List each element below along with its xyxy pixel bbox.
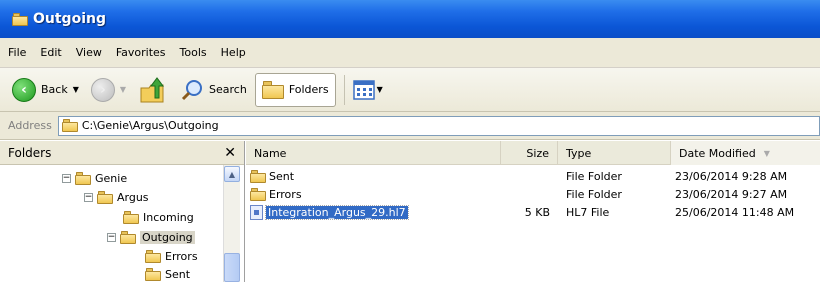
chevron-down-icon[interactable]: ▼ [120, 85, 126, 94]
address-path: C:\Genie\Argus\Outgoing [81, 119, 219, 132]
collapse-icon[interactable]: − [62, 173, 71, 183]
menu-tools[interactable]: Tools [180, 46, 207, 59]
tree-item-argus[interactable]: − Argus [84, 188, 149, 206]
address-input[interactable]: C:\Genie\Argus\Outgoing [57, 115, 820, 136]
tree-item-label: Outgoing [140, 230, 195, 244]
tree-item-incoming[interactable]: Incoming [123, 208, 194, 226]
date-cell: 23/06/2014 9:27 AM [675, 187, 788, 201]
column-size-label: Size [526, 146, 549, 160]
chevron-down-icon[interactable]: ▼ [73, 85, 79, 94]
views-button[interactable]: ▼ [349, 73, 387, 107]
column-name-label: Name [254, 146, 287, 160]
up-folder-icon [140, 76, 165, 102]
close-icon[interactable]: ✕ [224, 145, 236, 161]
column-header-size[interactable]: Size [501, 141, 558, 165]
folder-icon [12, 12, 28, 26]
window-title: Outgoing [33, 11, 106, 27]
tree-item-sent[interactable]: Sent [145, 265, 190, 282]
forward-button[interactable]: › ▼ [87, 73, 130, 107]
menu-favorites[interactable]: Favorites [116, 46, 166, 59]
date-cell: 23/06/2014 9:28 AM [675, 169, 788, 183]
search-label: Search [209, 83, 247, 96]
back-label: Back [41, 83, 68, 96]
folder-icon [61, 119, 78, 132]
column-header-date[interactable]: Date Modified ▼ [671, 141, 820, 165]
back-arrow-icon: ‹ [12, 77, 36, 102]
type-cell: File Folder [566, 169, 622, 183]
folders-pane-header: Folders ✕ [0, 141, 244, 165]
back-button[interactable]: ‹ Back ▼ [8, 73, 83, 107]
column-header-type[interactable]: Type [558, 141, 671, 165]
toolbar: ‹ Back ▼ › ▼ Search Folders ▼ [0, 68, 820, 112]
address-bar: Address C:\Genie\Argus\Outgoing [0, 112, 820, 140]
menu-view[interactable]: View [76, 46, 102, 59]
type-cell: HL7 File [566, 205, 610, 219]
size-cell [501, 186, 550, 202]
folders-icon [261, 80, 284, 99]
folder-icon [250, 169, 266, 183]
chevron-down-icon[interactable]: ▼ [377, 85, 383, 94]
file-name: Integration_Argus_29.hl7 [265, 204, 409, 220]
tree-item-label: Genie [95, 171, 128, 185]
name-cell: Integration_Argus_29.hl7 [250, 204, 409, 220]
menu-bar: File Edit View Favorites Tools Help [0, 38, 820, 68]
tree-item-label: Sent [165, 267, 191, 281]
collapse-icon[interactable]: − [84, 192, 93, 202]
tree-item-genie[interactable]: − Genie [62, 169, 127, 187]
folder-icon [123, 210, 139, 224]
views-icon [352, 79, 375, 100]
menu-file[interactable]: File [8, 46, 26, 59]
folders-label: Folders [288, 83, 329, 96]
address-label: Address [8, 119, 52, 132]
table-row[interactable]: Sent File Folder 23/06/2014 9:28 AM [246, 168, 820, 184]
tree-item-outgoing[interactable]: − Outgoing [107, 228, 195, 246]
tree-item-label: Argus [117, 190, 149, 204]
file-name: Sent [269, 169, 295, 183]
collapse-icon[interactable]: − [107, 232, 116, 242]
title-bar[interactable]: Outgoing [0, 0, 820, 38]
up-folder-button[interactable] [134, 73, 172, 107]
tree-item-errors[interactable]: Errors [145, 247, 198, 265]
table-row[interactable]: Integration_Argus_29.hl7 5 KB HL7 File 2… [246, 204, 820, 220]
folder-icon [75, 171, 91, 185]
folders-pane: Folders ✕ − Genie − Argus Incoming − Out… [0, 141, 245, 282]
scroll-thumb[interactable] [224, 253, 240, 282]
tree-item-label: Errors [165, 249, 198, 263]
search-button[interactable]: Search [176, 73, 251, 107]
search-icon [181, 79, 203, 100]
folders-button[interactable]: Folders [254, 72, 336, 107]
date-cell: 25/06/2014 11:48 AM [675, 205, 795, 219]
column-header-name[interactable]: Name [246, 141, 501, 165]
table-row[interactable]: Errors File Folder 23/06/2014 9:27 AM [246, 186, 820, 202]
size-cell [501, 168, 550, 184]
type-cell: File Folder [566, 187, 622, 201]
column-type-label: Type [566, 146, 592, 160]
column-date-label: Date Modified [679, 146, 756, 160]
folder-icon [145, 267, 161, 281]
file-name: Errors [269, 187, 302, 201]
open-folder-icon [120, 230, 136, 244]
menu-help[interactable]: Help [221, 46, 246, 59]
menu-edit[interactable]: Edit [40, 46, 61, 59]
list-header: Name Size Type Date Modified ▼ [246, 141, 820, 165]
folder-icon [250, 187, 266, 201]
folder-icon [145, 249, 161, 263]
name-cell: Errors [250, 186, 302, 202]
forward-arrow-icon: › [90, 77, 115, 102]
tree-item-label: Incoming [143, 210, 194, 224]
toolbar-separator [343, 74, 345, 105]
size-cell: 5 KB [524, 205, 550, 219]
file-icon [250, 204, 263, 220]
name-cell: Sent [250, 168, 294, 184]
folders-pane-title: Folders [8, 145, 52, 160]
folders-scrollbar[interactable]: ▲ [223, 165, 240, 282]
sort-arrow-icon: ▼ [763, 148, 770, 158]
file-list: Name Size Type Date Modified ▼ Sent File… [246, 141, 820, 282]
folder-icon [97, 190, 113, 204]
scroll-up-icon[interactable]: ▲ [224, 166, 240, 182]
